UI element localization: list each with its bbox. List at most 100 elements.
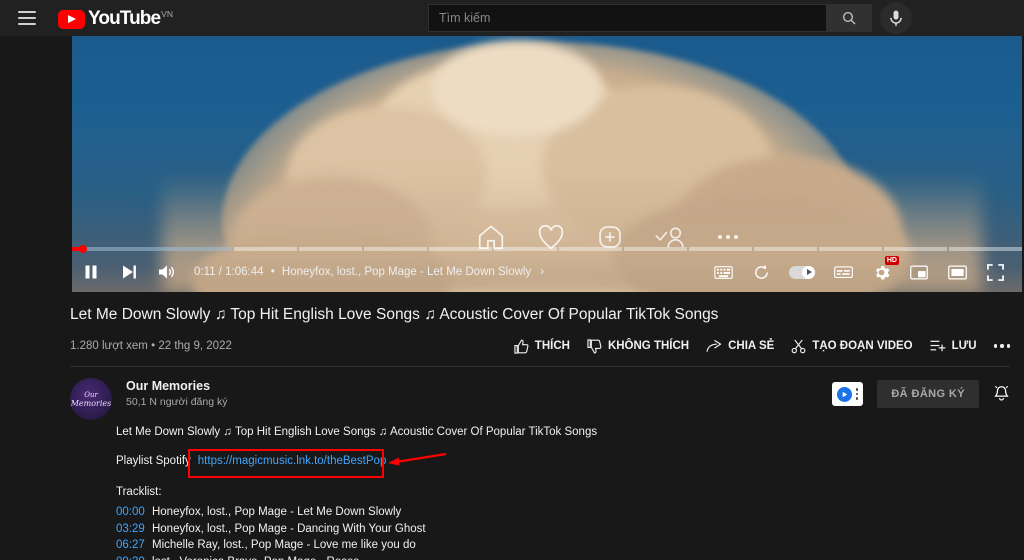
notification-bell-icon[interactable] xyxy=(993,385,1010,403)
create-clip-label: TẠO ĐOẠN VIDEO xyxy=(812,340,913,352)
playlist-row: Playlist Spotify https://magicmusic.lnk.… xyxy=(116,453,946,470)
playlist-link[interactable]: https://magicmusic.lnk.to/theBestPop xyxy=(198,453,387,470)
save-button[interactable]: LƯU xyxy=(930,339,977,353)
next-button[interactable] xyxy=(110,252,148,292)
view-count: 1.280 lượt xem xyxy=(70,340,148,352)
loop-button[interactable] xyxy=(742,252,780,292)
youtube-play-icon xyxy=(58,9,85,29)
list-item: 00:00 Honeyfox, lost., Pop Mage - Let Me… xyxy=(116,504,946,521)
avatar-line2: Memories xyxy=(70,398,112,408)
loop-icon xyxy=(754,264,768,279)
view-count-and-date: 1.280 lượt xem • 22 thg 9, 2022 xyxy=(70,340,232,352)
channel-actions: ĐÃ ĐĂNG KÝ xyxy=(831,378,1010,408)
like-label: THÍCH xyxy=(534,340,570,352)
player-right-controls: HD xyxy=(704,252,1022,292)
video-subrow: 1.280 lượt xem • 22 thg 9, 2022 THÍCH KH… xyxy=(70,335,1010,357)
track-title: lost., Veronica Bravo, Pop Mage - Roses xyxy=(152,556,359,560)
search-icon xyxy=(843,12,856,25)
track-timestamp[interactable]: 03:29 xyxy=(116,523,145,535)
channel-row: Our Memories Our Memories 50,1 N người đ… xyxy=(70,378,1010,420)
share-button[interactable]: CHIA SẺ xyxy=(706,339,774,354)
theater-button[interactable] xyxy=(938,252,976,292)
fullscreen-icon xyxy=(986,263,1004,281)
voice-search-button[interactable] xyxy=(880,2,912,34)
theater-icon xyxy=(947,265,967,279)
volume-button[interactable] xyxy=(148,252,186,292)
list-item: 03:29 Honeyfox, lost., Pop Mage - Dancin… xyxy=(116,521,946,538)
thumbs-up-icon xyxy=(514,339,529,354)
page-title: Let Me Down Slowly ♫ Top Hit English Lov… xyxy=(70,306,719,323)
thumbs-down-icon xyxy=(587,338,602,353)
video-description: Let Me Down Slowly ♫ Top Hit English Lov… xyxy=(116,424,946,560)
create-clip-button[interactable]: TẠO ĐOẠN VIDEO xyxy=(791,339,913,354)
hamburger-icon[interactable] xyxy=(18,11,36,25)
youtube-watch-page: YouTube VN Tìm kiếm 0:11 / 1:06:44 • Hon… xyxy=(0,0,1024,560)
track-title: Honeyfox, lost., Pop Mage - Dancing With… xyxy=(151,522,426,535)
like-button[interactable]: THÍCH xyxy=(514,339,570,354)
pause-icon xyxy=(85,265,97,279)
save-label: LƯU xyxy=(951,340,977,352)
youtube-logo-text: YouTube xyxy=(88,7,161,29)
channel-badge-icon[interactable] xyxy=(831,382,864,406)
fullscreen-button[interactable] xyxy=(976,252,1014,292)
pause-button[interactable] xyxy=(72,252,110,292)
track-title: Honeyfox, lost., Pop Mage - Let Me Down … xyxy=(151,506,402,518)
subscriber-count: 50,1 N người đăng ký xyxy=(126,396,228,408)
time-display: 0:11 / 1:06:44 xyxy=(194,266,264,278)
share-icon xyxy=(706,339,722,352)
subscribe-button[interactable]: ĐÃ ĐĂNG KÝ xyxy=(877,380,979,408)
scissors-icon xyxy=(791,339,806,353)
player-controls: 0:11 / 1:06:44 • Honeyfox, lost., Pop Ma… xyxy=(72,252,1022,292)
subtitles-button[interactable] xyxy=(824,252,862,292)
dislike-label: KHÔNG THÍCH xyxy=(607,340,690,352)
avatar-line1: Our xyxy=(84,390,98,399)
track-timestamp[interactable]: 09:30 xyxy=(116,556,145,560)
subtitles-icon xyxy=(833,266,853,278)
masthead: YouTube VN xyxy=(0,0,1024,36)
autoplay-toggle[interactable] xyxy=(780,252,824,292)
video-actions: THÍCH KHÔNG THÍCH CHIA SẺ TẠO ĐOẠN VIDEO… xyxy=(514,338,1010,354)
cloud-puff xyxy=(432,41,602,136)
youtube-logo[interactable]: YouTube VN xyxy=(58,8,173,29)
next-icon xyxy=(122,265,136,279)
more-actions-button[interactable] xyxy=(993,344,1010,348)
time-and-chapter: 0:11 / 1:06:44 • Honeyfox, lost., Pop Ma… xyxy=(194,266,544,278)
playlist-label: Playlist Spotify xyxy=(116,455,191,467)
dislike-button[interactable]: KHÔNG THÍCH xyxy=(587,338,690,354)
chip-more-icon xyxy=(855,388,859,400)
chapter-title[interactable]: Honeyfox, lost., Pop Mage - Let Me Down … xyxy=(282,266,531,278)
search-box[interactable] xyxy=(428,4,827,32)
publish-date: 22 thg 9, 2022 xyxy=(158,340,232,352)
avatar[interactable]: Our Memories xyxy=(70,378,112,420)
keyboard-icon xyxy=(713,265,733,279)
channel-info: Our Memories 50,1 N người đăng ký xyxy=(126,378,227,408)
more-horizontal-icon xyxy=(993,344,1010,348)
section-divider xyxy=(70,366,1010,367)
track-timestamp[interactable]: 00:00 xyxy=(116,506,145,518)
search-button[interactable] xyxy=(827,4,872,32)
microphone-icon xyxy=(890,10,902,26)
meta-separator: • xyxy=(151,340,156,352)
miniplayer-icon xyxy=(910,265,928,279)
badge-inner-icon xyxy=(842,391,848,397)
settings-button[interactable]: HD xyxy=(862,252,900,292)
miniplayer-button[interactable] xyxy=(900,252,938,292)
save-playlist-icon xyxy=(930,340,945,352)
volume-icon xyxy=(159,265,174,279)
video-player[interactable]: 0:11 / 1:06:44 • Honeyfox, lost., Pop Ma… xyxy=(72,36,1022,292)
country-code-label: VN xyxy=(161,8,173,19)
more-dots-icon xyxy=(718,235,738,239)
chapter-chevron-icon[interactable]: › xyxy=(540,266,544,278)
tracklist-heading: Tracklist: xyxy=(116,486,162,498)
time-chapter-separator: • xyxy=(270,266,275,278)
search-input[interactable] xyxy=(429,5,826,31)
video-meta: Let Me Down Slowly ♫ Top Hit English Lov… xyxy=(70,305,1010,357)
quality-badge: HD xyxy=(884,256,899,265)
track-timestamp[interactable]: 06:27 xyxy=(116,539,145,551)
description-headline: Let Me Down Slowly ♫ Top Hit English Lov… xyxy=(116,426,598,438)
channel-name[interactable]: Our Memories xyxy=(126,379,227,393)
track-title: Michelle Ray, lost., Pop Mage - Love me … xyxy=(151,539,416,551)
gear-icon xyxy=(875,265,889,280)
list-item: 09:30 lost., Veronica Bravo, Pop Mage - … xyxy=(116,554,946,560)
keyboard-shortcuts-button[interactable] xyxy=(704,252,742,292)
